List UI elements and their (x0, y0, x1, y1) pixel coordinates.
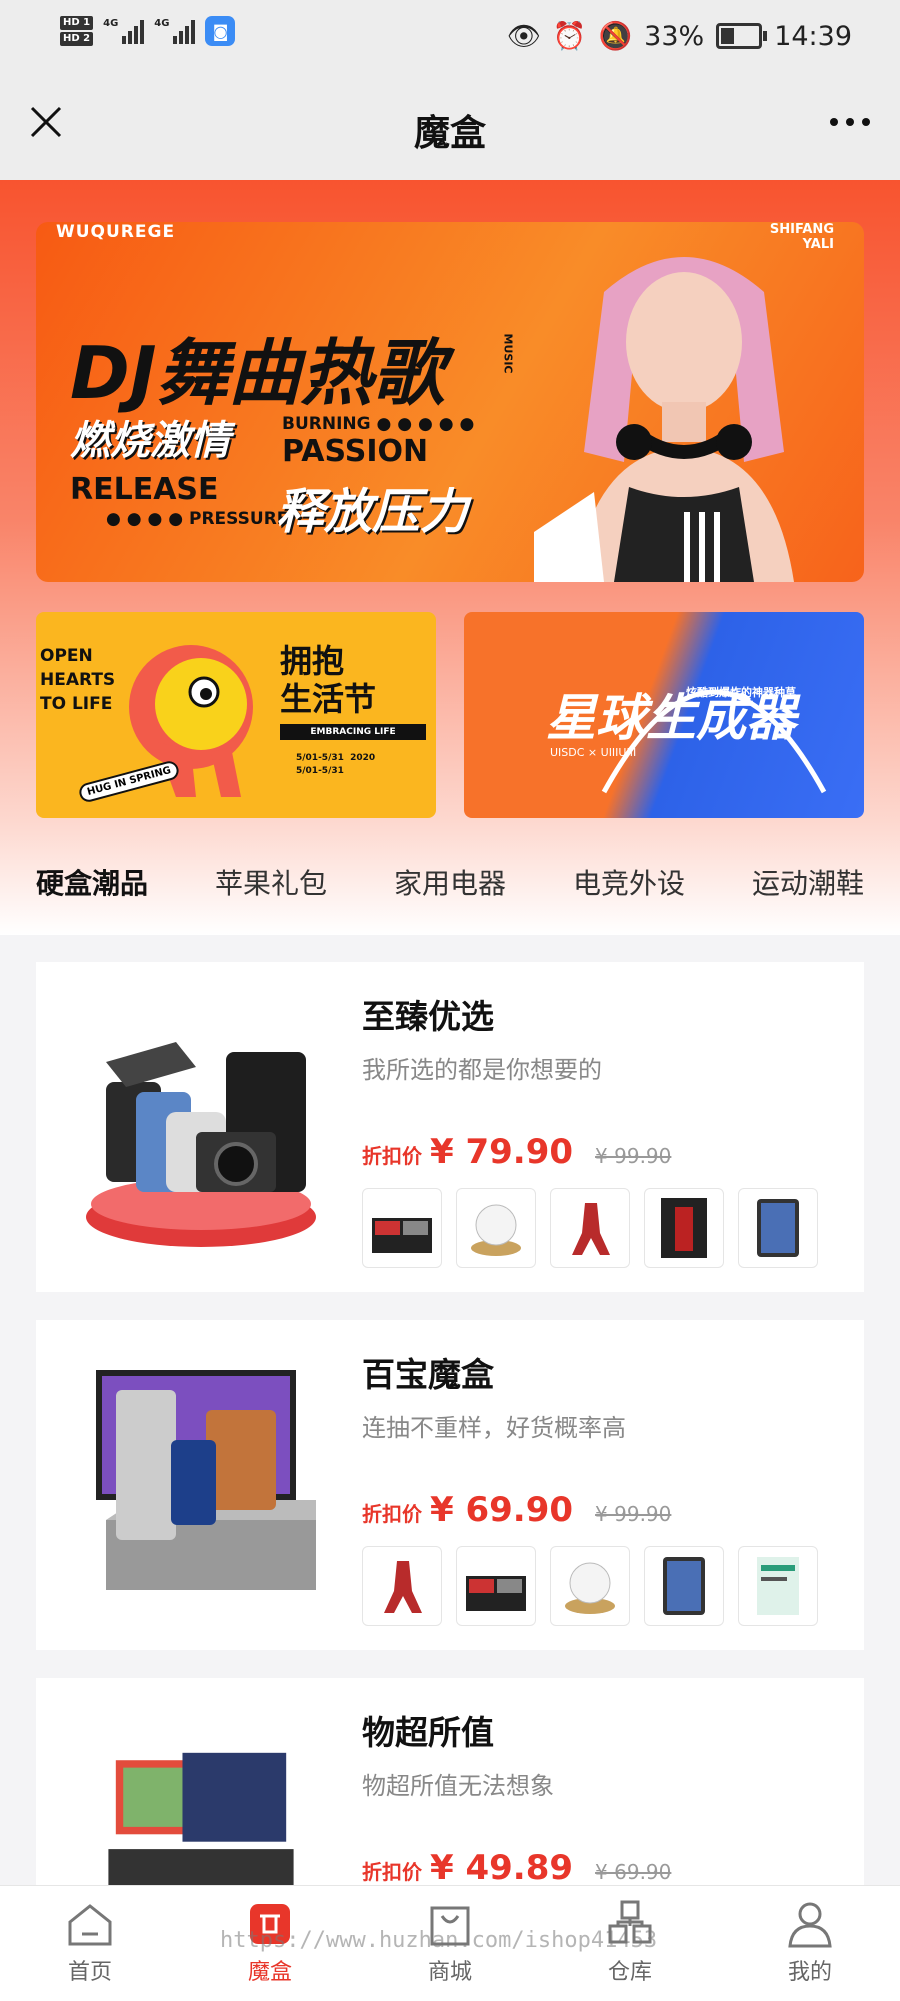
alarm-icon: ⏰ (552, 21, 587, 52)
tab-sneakers[interactable]: 运动潮鞋 (752, 862, 864, 902)
hero-section: WUQUREGE SHIFANG YALI DJ舞曲热歌 MUSIC 燃烧激情 … (0, 180, 900, 935)
planet-generator-banner[interactable]: 炫酷到爆炸的神器种草 星球生成器 UISDC × UIIIUIII (464, 612, 864, 818)
tab-home-appliances[interactable]: 家用电器 (394, 862, 506, 902)
signal-2-label: 4G (154, 18, 170, 29)
status-left: HD 1 HD 2 4G 4G ◙ (60, 16, 236, 46)
battery-icon (716, 23, 768, 49)
box-card-1[interactable]: 至臻优选 我所选的都是你想要的 折扣价 ¥ 79.90 ¥ 99.90 (36, 962, 864, 1292)
banner-music-label: MUSIC (501, 333, 515, 374)
tab-hard-box[interactable]: 硬盒潮品 (36, 862, 148, 902)
price-row: 折扣价 ¥ 79.90 ¥ 99.90 (362, 1132, 671, 1172)
category-tabs: 硬盒潮品 苹果礼包 家用电器 电竞外设 运动潮鞋 (0, 862, 900, 902)
original-price: ¥ 69.90 (595, 1860, 672, 1884)
prize-thumb[interactable] (644, 1546, 724, 1626)
nav-profile-label: 我的 (787, 1960, 832, 1985)
prize-thumb[interactable] (738, 1546, 818, 1626)
prize-thumb[interactable] (362, 1188, 442, 1268)
banner-line2: 燃烧激情 (70, 418, 230, 464)
notification-app-icon: ◙ (205, 16, 236, 46)
card-title: 至臻优选 (362, 997, 494, 1036)
card-subtitle: 我所选的都是你想要的 (362, 1056, 602, 1084)
original-price: ¥ 99.90 (595, 1144, 672, 1168)
planet-title: 星球生成器 (546, 689, 796, 747)
card-subtitle: 物超所值无法想象 (362, 1772, 554, 1800)
festival-english: EMBRACING LIFE (280, 724, 426, 740)
discount-price: ¥ 49.89 (430, 1848, 574, 1888)
banner-line3: 释放压力 (276, 484, 469, 540)
nav-mall-label: 商城 (427, 1960, 472, 1985)
prize-thumb[interactable] (362, 1546, 442, 1626)
status-bar: HD 1 HD 2 4G 4G ◙ 👁 ⏰ 🔕 33% 14:39 (0, 0, 900, 78)
signal-1-icon: 4G (103, 18, 145, 44)
user-icon (788, 1902, 832, 1948)
planet-credit: UISDC × UIIIUIII (550, 746, 637, 759)
page-title: 魔盒 (413, 113, 486, 154)
watermark: https://www.huzhan.com/ishop41453 (220, 1928, 658, 1953)
prize-thumbnails (362, 1546, 818, 1626)
tab-esports[interactable]: 电竞外设 (573, 862, 685, 902)
discount-price: ¥ 79.90 (430, 1132, 574, 1172)
banner-brand: WUQUREGE (56, 222, 176, 242)
price-row: 折扣价 ¥ 69.90 ¥ 99.90 (362, 1490, 671, 1530)
nav-home-label: 首页 (67, 1960, 112, 1985)
signal-2-icon: 4G (154, 18, 196, 44)
banner-burning: BURNING ● ● ● ● ● (282, 414, 475, 434)
main-banner[interactable]: WUQUREGE SHIFANG YALI DJ舞曲热歌 MUSIC 燃烧激情 … (36, 222, 864, 582)
card-title: 百宝魔盒 (362, 1355, 494, 1394)
festival-dates: 5/01-5/31 2020 5/01-5/31 (296, 753, 376, 776)
card-title: 物超所值 (362, 1713, 494, 1752)
card-subtitle: 连抽不重样，好货概率高 (362, 1414, 626, 1442)
spring-festival-banner[interactable]: OPEN HEARTS TO LIFE HUG IN SPRING 拥抱 生活节… (36, 612, 436, 818)
nav-home[interactable]: 首页 (0, 1886, 180, 2001)
hd1-badge: HD 1 (60, 16, 94, 30)
festival-text: 拥抱 生活节 EMBRACING LIFE 5/01-5/31 2020 5/0… (256, 642, 426, 778)
festival-title: 拥抱 生活节 (280, 642, 377, 718)
nav-profile[interactable]: 我的 (720, 1886, 900, 2001)
open-hearts-text: OPEN HEARTS TO LIFE (40, 646, 116, 714)
more-options-icon[interactable] (830, 118, 870, 126)
mute-bell-icon: 🔕 (598, 21, 633, 52)
nav-magic-box-label: 魔盒 (247, 1960, 292, 1985)
electronics-bundle-image (86, 1042, 316, 1247)
nav-warehouse-label: 仓库 (607, 1960, 652, 1985)
prize-thumb[interactable] (550, 1546, 630, 1626)
banner-pressure: ● ● ● ● PRESSURE (106, 509, 289, 529)
banner-passion: PASSION (282, 434, 429, 469)
price-row: 折扣价 ¥ 49.89 ¥ 69.90 (362, 1848, 671, 1888)
prize-thumb[interactable] (644, 1188, 724, 1268)
battery-percent: 33% (644, 20, 705, 52)
price-label: 折扣价 (362, 1144, 422, 1168)
prize-thumbnails (362, 1188, 818, 1268)
eye-icon: 👁 (506, 21, 541, 52)
dj-model-image (534, 257, 794, 582)
tab-apple-gift[interactable]: 苹果礼包 (215, 862, 327, 902)
box-card-2[interactable]: 百宝魔盒 连抽不重样，好货概率高 折扣价 ¥ 69.90 ¥ 99.90 (36, 1320, 864, 1650)
title-bar: 魔盒 (0, 78, 900, 180)
hd2-badge: HD 2 (60, 32, 94, 46)
prize-thumb[interactable] (456, 1188, 536, 1268)
status-right: 👁 ⏰ 🔕 33% 14:39 (506, 20, 852, 53)
banner-release: RELEASE (70, 472, 219, 507)
price-label: 折扣价 (362, 1860, 422, 1884)
home-icon (68, 1904, 112, 1946)
clock: 14:39 (774, 20, 852, 52)
apple-bundle-image (96, 1370, 316, 1590)
prize-thumb[interactable] (456, 1546, 536, 1626)
price-label: 折扣价 (362, 1502, 422, 1526)
prize-thumb[interactable] (738, 1188, 818, 1268)
hd-badges: HD 1 HD 2 (60, 16, 94, 46)
signal-1-label: 4G (103, 18, 119, 29)
prize-thumb[interactable] (550, 1188, 630, 1268)
banner-headline: DJ舞曲热歌 (70, 331, 445, 415)
original-price: ¥ 99.90 (595, 1502, 672, 1526)
discount-price: ¥ 69.90 (430, 1490, 574, 1530)
